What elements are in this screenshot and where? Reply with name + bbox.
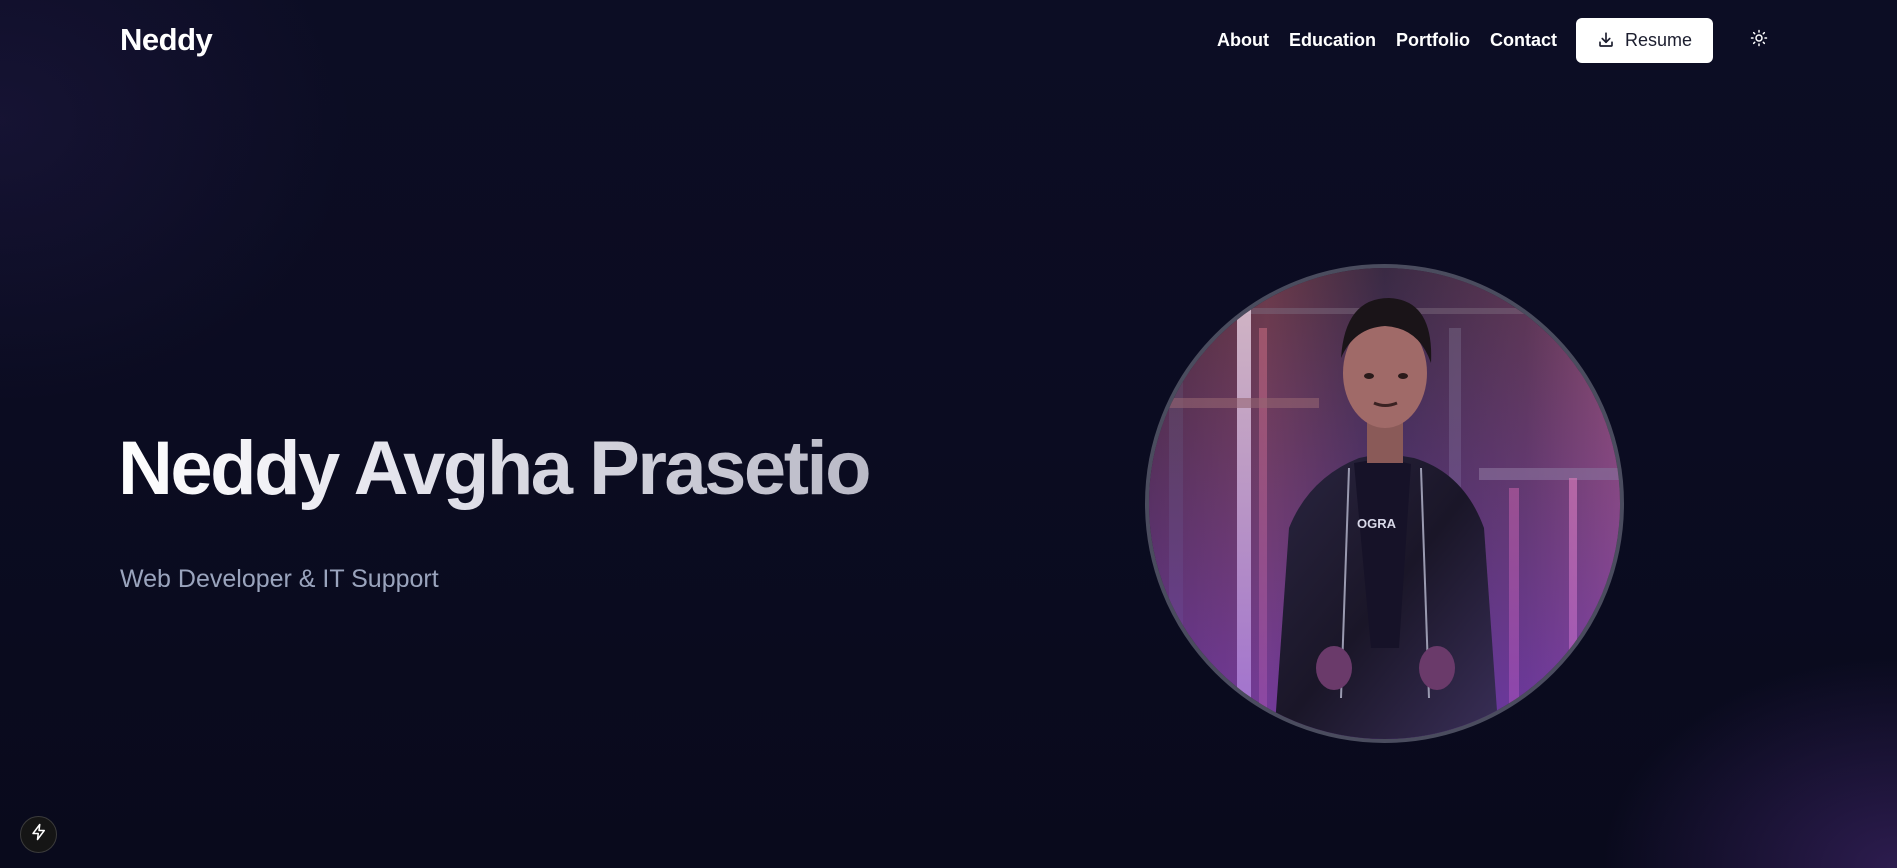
- hero-title: Neddy Avgha Prasetio: [118, 423, 872, 515]
- svg-text:OGRA: OGRA: [1357, 516, 1397, 531]
- main-nav: About Education Portfolio Contact Resume: [1217, 17, 1777, 63]
- download-icon: [1597, 31, 1615, 49]
- theme-toggle-button[interactable]: [1741, 22, 1777, 58]
- lightning-icon: [30, 823, 48, 846]
- hero-subtitle: Web Developer & IT Support: [120, 565, 439, 593]
- site-header: Neddy About Education Portfolio Contact …: [0, 0, 1897, 80]
- nav-link-contact[interactable]: Contact: [1490, 30, 1557, 51]
- sun-icon: [1750, 29, 1768, 52]
- resume-button-label: Resume: [1624, 29, 1693, 50]
- resume-button[interactable]: Resume: [1576, 17, 1713, 63]
- site-logo[interactable]: Neddy: [120, 22, 213, 58]
- nav-link-portfolio[interactable]: Portfolio: [1396, 30, 1470, 51]
- nav-link-about[interactable]: About: [1217, 30, 1269, 51]
- nav-link-education[interactable]: Education: [1289, 30, 1376, 51]
- dev-tools-button[interactable]: [20, 816, 57, 853]
- profile-photo: OGRA: [1145, 264, 1624, 743]
